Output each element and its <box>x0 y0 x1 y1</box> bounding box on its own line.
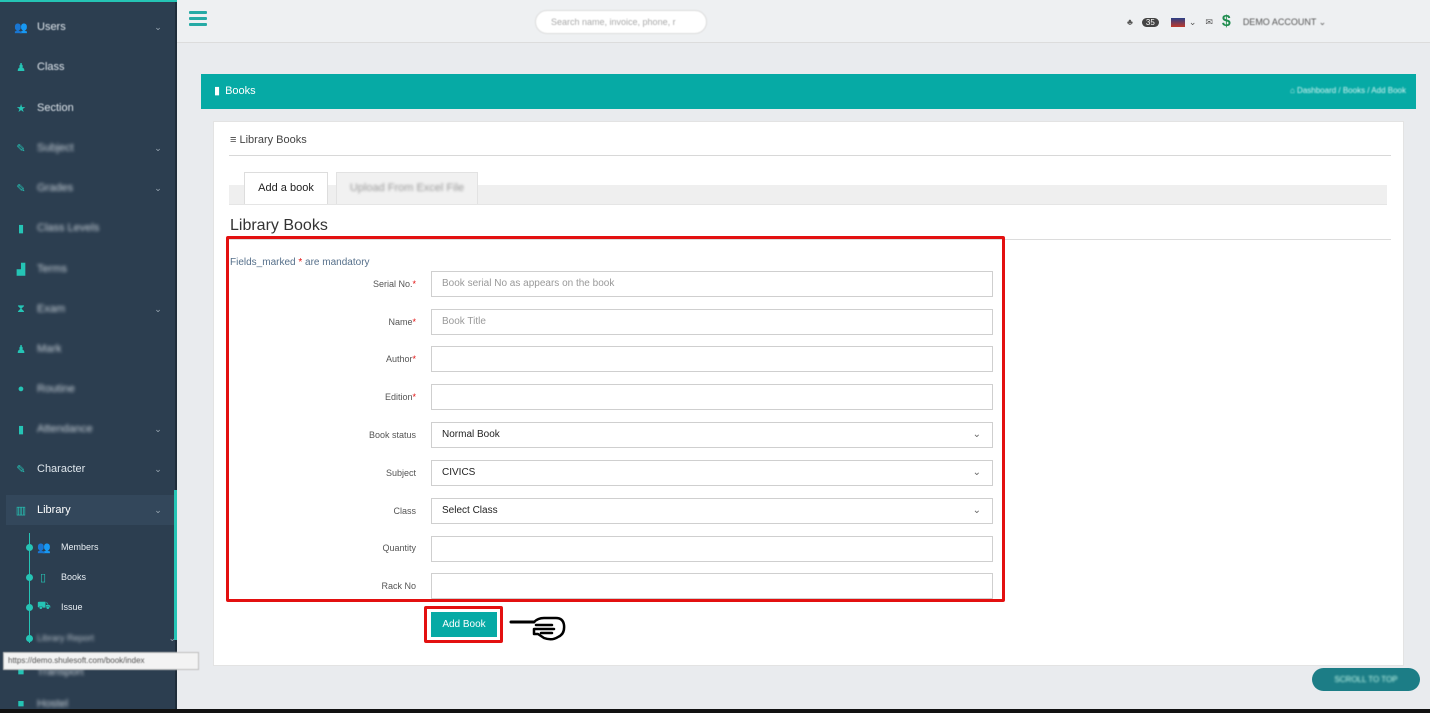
sidebar-subitem-members[interactable]: 👥 Members <box>26 535 99 559</box>
account-menu[interactable]: DEMO ACCOUNT ⌄ <box>1243 17 1326 28</box>
sidebar-item-users[interactable]: 👥 Users ⌄ <box>0 12 175 42</box>
level-icon: ▮ <box>17 222 25 235</box>
dollar-icon[interactable]: $ <box>1222 13 1231 31</box>
sidebar-item-exam[interactable]: ⧗ Exam ⌄ <box>0 294 175 324</box>
menu-toggle-icon[interactable] <box>189 11 207 27</box>
user-icon: ♟ <box>16 343 26 356</box>
page-title: Books <box>225 84 256 97</box>
star-icon: ★ <box>16 102 26 115</box>
book-status-label: Book status <box>368 430 416 440</box>
sidebar-item-routine[interactable]: ● Routine <box>0 374 175 404</box>
chevron-down-icon: ⌄ <box>154 303 162 314</box>
circle-icon: ● <box>17 383 25 395</box>
chevron-down-icon: ⌄ <box>972 467 981 478</box>
chevron-down-icon: ⌄ <box>154 182 162 193</box>
tab-add-book[interactable]: Add a book <box>244 172 328 205</box>
bell-icon[interactable]: ♣ <box>1127 17 1133 27</box>
edition-input[interactable] <box>431 384 993 410</box>
serial-no-label: Serial No.* <box>372 279 416 289</box>
sidebar-item-grades[interactable]: ✎ Grades ⌄ <box>0 173 175 203</box>
author-input[interactable] <box>431 346 993 372</box>
edit-icon: ✎ <box>16 182 26 195</box>
page-header: ▮ Books ⌂ Dashboard / Books / Add Book <box>201 74 1416 109</box>
top-navbar: Search name, invoice, phone, r ♣ 35 ⌄ ✉ … <box>177 0 1430 43</box>
quantity-label: Quantity <box>382 543 416 553</box>
cart-icon: ⛟ <box>37 600 51 612</box>
library-icon: ▥ <box>15 504 27 517</box>
members-icon: 👥 <box>37 541 51 554</box>
sidebar-item-class[interactable]: ♟ Class <box>0 52 175 82</box>
chevron-down-icon: ⌄ <box>154 463 162 474</box>
book-icon: ▯ <box>39 571 47 584</box>
quantity-input[interactable] <box>431 536 993 562</box>
sidebar-item-library[interactable]: ▥ Library ⌄ <box>6 495 175 525</box>
scroll-to-top-button[interactable]: SCROLL TO TOP <box>1312 668 1420 691</box>
pointing-hand-icon <box>509 616 566 641</box>
class-icon: ♟ <box>16 61 26 74</box>
mail-icon[interactable]: ✉ <box>1205 17 1213 28</box>
class-select[interactable]: Select Class ⌄ <box>431 498 993 524</box>
tab-upload-excel[interactable]: Upload From Excel File <box>336 172 478 205</box>
edition-label: Edition* <box>384 392 416 402</box>
clipboard-icon: ▮ <box>17 423 25 436</box>
sidebar-item-character[interactable]: ✎ Character ⌄ <box>0 454 175 484</box>
chevron-down-icon: ⌄ <box>168 632 176 643</box>
users-icon: 👥 <box>14 21 28 34</box>
sidebar-subitem-library-report[interactable]: Library Report ⌄ <box>26 626 176 650</box>
sidebar: 👥 Users ⌄ ♟ Class ★ Section ✎ Subject ⌄ … <box>0 0 177 713</box>
rack-no-label: Rack No <box>381 581 416 591</box>
hourglass-icon: ⧗ <box>17 302 25 315</box>
class-label: Class <box>393 506 416 516</box>
chevron-down-icon: ⌄ <box>154 504 162 515</box>
book-icon: ▮ <box>214 85 221 97</box>
topbar-right: ♣ 35 ⌄ ✉ $ DEMO ACCOUNT ⌄ <box>1127 10 1326 34</box>
chevron-down-icon: ⌄ <box>1188 16 1197 27</box>
mandatory-note: Fields_marked * are mandatory <box>230 257 370 268</box>
sidebar-subitem-issue[interactable]: ⛟ Issue <box>26 595 83 619</box>
url-tooltip: https://demo.shulesoft.com/book/index <box>3 652 199 670</box>
sidebar-item-attendance[interactable]: ▮ Attendance ⌄ <box>0 414 175 444</box>
sidebar-item-class-levels[interactable]: ▮ Class Levels <box>0 213 175 243</box>
edit-icon: ✎ <box>16 463 26 476</box>
name-input[interactable]: Book Title <box>431 309 993 335</box>
add-book-button[interactable]: Add Book <box>431 612 497 637</box>
chevron-down-icon: ⌄ <box>972 429 981 440</box>
language-flag-icon[interactable] <box>1170 17 1185 27</box>
chevron-down-icon: ⌄ <box>154 423 162 434</box>
chevron-down-icon: ⌄ <box>154 21 162 32</box>
search-input[interactable]: Search name, invoice, phone, r <box>535 10 707 34</box>
serial-no-input[interactable]: Book serial No as appears on the book <box>431 271 993 297</box>
sidebar-item-terms[interactable]: ▟ Terms <box>0 254 175 284</box>
book-status-select[interactable]: Normal Book ⌄ <box>431 422 993 448</box>
sidebar-item-mark[interactable]: ♟ Mark <box>0 334 175 364</box>
author-label: Author* <box>385 354 416 364</box>
chart-icon: ▟ <box>16 263 26 276</box>
breadcrumb[interactable]: ⌂ Dashboard / Books / Add Book <box>1290 86 1406 95</box>
card-title: Library Books <box>239 134 307 146</box>
subject-select[interactable]: CIVICS ⌄ <box>431 460 993 486</box>
chevron-down-icon: ⌄ <box>972 505 981 516</box>
rack-no-input[interactable] <box>431 573 993 599</box>
list-icon: ≡ <box>230 134 237 146</box>
sidebar-subitem-books[interactable]: ▯ Books <box>26 565 86 589</box>
edit-icon: ✎ <box>16 142 26 155</box>
notification-badge: 35 <box>1141 17 1159 27</box>
chevron-down-icon: ⌄ <box>154 142 162 153</box>
active-indicator <box>174 490 177 640</box>
sidebar-item-subject[interactable]: ✎ Subject ⌄ <box>0 133 175 163</box>
subject-label: Subject <box>385 468 416 478</box>
sidebar-item-section[interactable]: ★ Section <box>0 93 175 123</box>
section-title: Library Books <box>230 217 328 234</box>
name-label: Name* <box>388 317 416 327</box>
